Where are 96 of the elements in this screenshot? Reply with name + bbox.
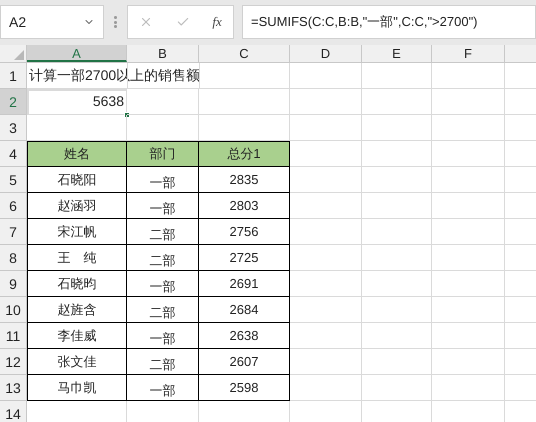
- table-cell[interactable]: 2835: [199, 167, 290, 193]
- row-header[interactable]: 9: [0, 271, 27, 297]
- table-cell[interactable]: 2756: [199, 219, 290, 245]
- table-cell[interactable]: 5638: [27, 89, 127, 115]
- table-cell[interactable]: 2638: [199, 323, 290, 349]
- cell-text: 计算一部2700以上的销售额: [28, 66, 202, 85]
- table-cell[interactable]: 赵旌含: [27, 297, 127, 323]
- empty-cell[interactable]: [290, 297, 362, 323]
- column-header[interactable]: A: [27, 45, 127, 62]
- column-header[interactable]: E: [362, 45, 432, 62]
- column-header[interactable]: C: [199, 45, 290, 62]
- row-header[interactable]: 3: [0, 115, 27, 141]
- empty-cell[interactable]: [362, 167, 432, 193]
- row-header[interactable]: 1: [0, 63, 27, 89]
- table-cell[interactable]: 宋江帆: [27, 219, 127, 245]
- table-cell[interactable]: 赵涵羽: [27, 193, 127, 219]
- table-cell[interactable]: 二部: [127, 245, 199, 271]
- row-header[interactable]: 8: [0, 245, 27, 271]
- empty-cell[interactable]: [432, 141, 505, 167]
- empty-cell[interactable]: [290, 271, 362, 297]
- row-header[interactable]: 14: [0, 401, 27, 422]
- empty-cell[interactable]: [432, 297, 505, 323]
- empty-cell[interactable]: [290, 375, 362, 401]
- table-cell[interactable]: 石晓阳: [27, 167, 127, 193]
- empty-cell[interactable]: [290, 193, 362, 219]
- grip-icon: [114, 16, 117, 28]
- insert-function-button[interactable]: fx: [212, 12, 222, 32]
- empty-cell[interactable]: [432, 89, 505, 115]
- row-header[interactable]: 4: [0, 141, 27, 167]
- empty-cell[interactable]: [432, 271, 505, 297]
- empty-cell[interactable]: [362, 63, 432, 89]
- empty-cell[interactable]: [362, 271, 432, 297]
- column-heading-cell[interactable]: 总分1: [199, 141, 290, 167]
- table-cell[interactable]: 一部: [127, 323, 199, 349]
- table-cell[interactable]: 李佳威: [27, 323, 127, 349]
- name-box[interactable]: A2: [0, 5, 104, 39]
- table-cell[interactable]: 王 纯: [27, 245, 127, 271]
- empty-cell[interactable]: [362, 115, 432, 141]
- row-header[interactable]: 5: [0, 167, 27, 193]
- column-header[interactable]: D: [290, 45, 362, 62]
- table-cell[interactable]: 一部: [127, 375, 199, 401]
- empty-cell[interactable]: [362, 375, 432, 401]
- empty-cell[interactable]: [432, 167, 505, 193]
- empty-cell[interactable]: [432, 323, 505, 349]
- empty-cell[interactable]: [432, 375, 505, 401]
- row-header[interactable]: 2: [0, 89, 27, 115]
- row-header[interactable]: 12: [0, 349, 27, 375]
- empty-cell[interactable]: [290, 63, 362, 89]
- empty-cell[interactable]: [127, 89, 199, 115]
- table-cell[interactable]: 2607: [199, 349, 290, 375]
- empty-cell[interactable]: [432, 115, 505, 141]
- empty-cell[interactable]: [199, 89, 290, 115]
- empty-cell[interactable]: [362, 193, 432, 219]
- table-cell[interactable]: 一部: [127, 271, 199, 297]
- column-header[interactable]: B: [127, 45, 199, 62]
- empty-cell[interactable]: [432, 245, 505, 271]
- table-cell[interactable]: 2684: [199, 297, 290, 323]
- row-header[interactable]: 11: [0, 323, 27, 349]
- empty-cell[interactable]: [290, 323, 362, 349]
- empty-cell[interactable]: [362, 141, 432, 167]
- row-header[interactable]: 10: [0, 297, 27, 323]
- empty-cell[interactable]: [362, 323, 432, 349]
- table-cell[interactable]: 2691: [199, 271, 290, 297]
- row-header[interactable]: 6: [0, 193, 27, 219]
- empty-cell[interactable]: [290, 89, 362, 115]
- empty-cell[interactable]: [290, 349, 362, 375]
- empty-cell[interactable]: [362, 219, 432, 245]
- table-cell[interactable]: 二部: [127, 219, 199, 245]
- table-cell[interactable]: 石晓昀: [27, 271, 127, 297]
- empty-cell[interactable]: [290, 219, 362, 245]
- empty-cell[interactable]: [432, 219, 505, 245]
- empty-cell[interactable]: [432, 193, 505, 219]
- table-cell[interactable]: 二部: [127, 349, 199, 375]
- row-header[interactable]: 7: [0, 219, 27, 245]
- empty-cell[interactable]: [290, 245, 362, 271]
- table-cell[interactable]: 2803: [199, 193, 290, 219]
- empty-cell[interactable]: [362, 297, 432, 323]
- table-cell[interactable]: 马巾凯: [27, 375, 127, 401]
- column-header[interactable]: F: [432, 45, 505, 62]
- column-heading-cell[interactable]: 姓名: [27, 141, 127, 167]
- empty-cell[interactable]: [362, 89, 432, 115]
- empty-cell[interactable]: [432, 63, 505, 89]
- table-cell[interactable]: 2598: [199, 375, 290, 401]
- empty-cell[interactable]: [362, 349, 432, 375]
- table-cell[interactable]: 二部: [127, 297, 199, 323]
- table-cell[interactable]: 2725: [199, 245, 290, 271]
- empty-cell[interactable]: [432, 349, 505, 375]
- empty-cell[interactable]: [362, 245, 432, 271]
- row-header[interactable]: 13: [0, 375, 27, 401]
- formula-field[interactable]: =SUMIFS(C:C,B:B,"一部",C:C,">2700"): [242, 5, 536, 39]
- table-cell[interactable]: 张文佳: [27, 349, 127, 375]
- empty-cell[interactable]: [290, 115, 362, 141]
- table-cell[interactable]: 一部: [127, 167, 199, 193]
- table-cell[interactable]: 一部: [127, 193, 199, 219]
- column-heading-cell[interactable]: 部门: [127, 141, 199, 167]
- empty-cell[interactable]: [290, 167, 362, 193]
